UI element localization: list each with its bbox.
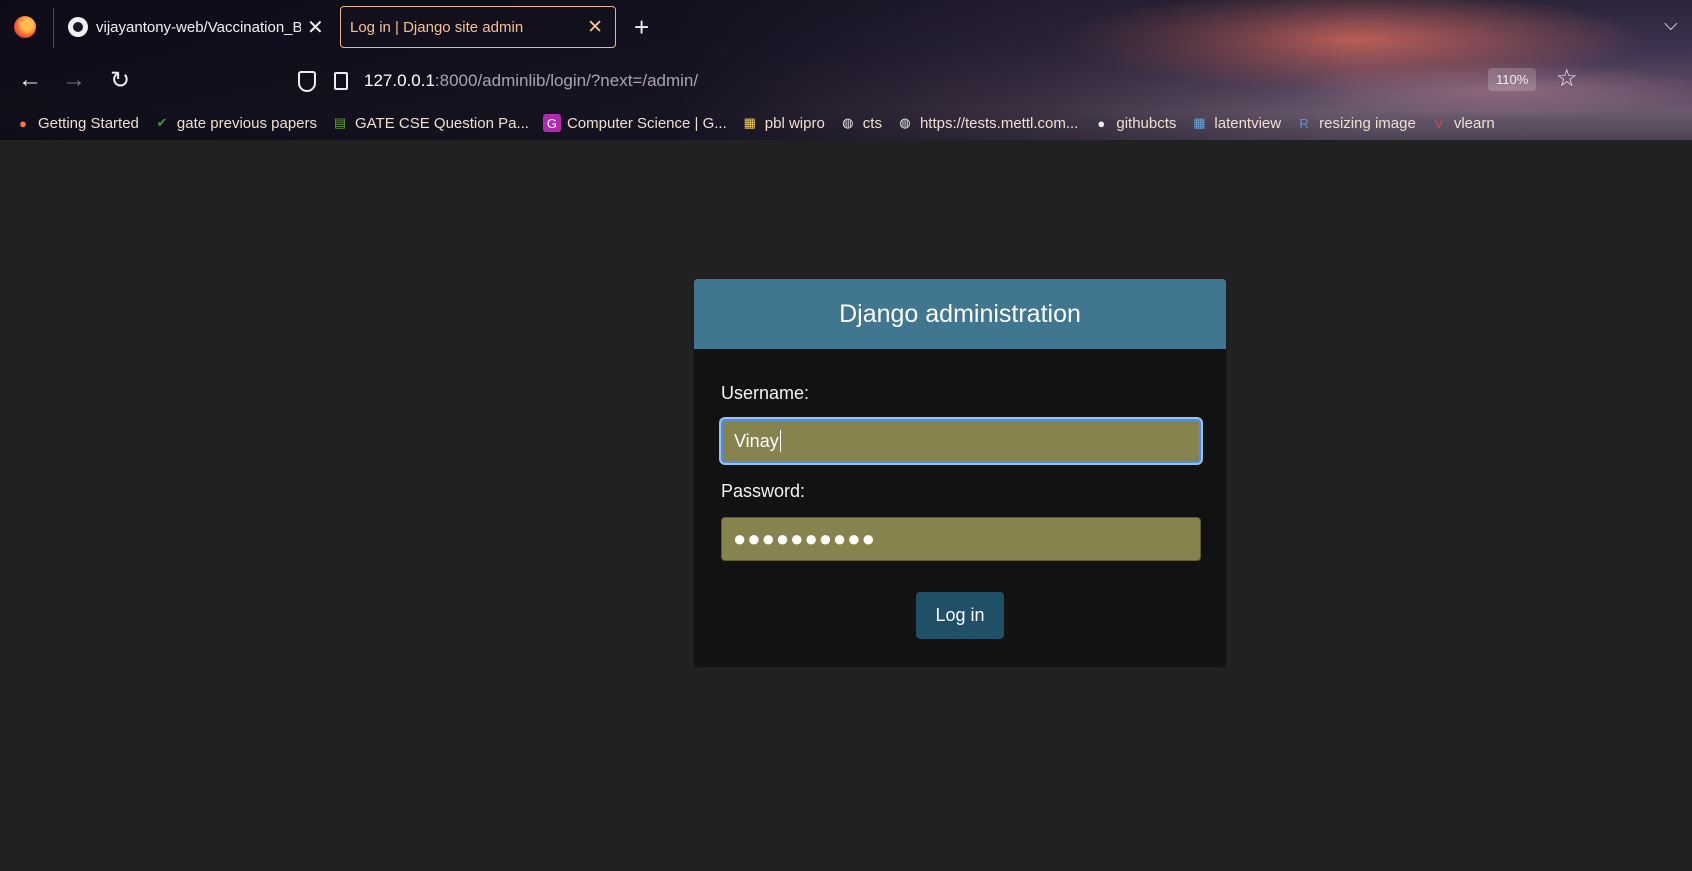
bookmark-item[interactable]: ● githubcts [1092,114,1176,132]
github-icon: ● [1097,115,1106,131]
tab-title: Log in | Django site admin [350,18,524,36]
bookmark-item[interactable]: ● Getting Started [14,114,139,132]
g-icon: G [542,114,561,132]
site-title: Django administration [839,299,1081,328]
bookmark-label: GATE CSE Question Pa... [355,114,529,132]
chevron-down-icon[interactable]: ⌵ [1664,14,1678,35]
login-button[interactable]: Log in [916,592,1004,639]
site-header: Django administration [694,279,1226,349]
bookmark-label: pbl wipro [764,114,825,132]
bookmark-label: Getting Started [38,114,139,132]
password-mask: ●●●●●●●●●● [733,526,876,551]
password-input[interactable]: ●●●●●●●●●● [721,517,1201,561]
bookmark-item[interactable]: ▦ latentview [1190,114,1281,132]
bookmark-item[interactable]: ✔ gate previous papers [153,114,317,132]
latentview-icon: ▦ [1193,115,1206,130]
shield-icon[interactable] [298,70,316,92]
bookmark-label: https://tests.mettl.com... [919,114,1079,132]
rp-icon: R [1299,115,1309,131]
bookmark-item[interactable]: ▤ GATE CSE Question Pa... [331,114,529,132]
firefox-icon: ● [19,115,27,131]
close-tab-icon[interactable]: ✕ [307,15,324,40]
url-text[interactable]: 127.0.0.1:8000/adminlib/login/?next=/adm… [364,71,698,91]
reload-icon[interactable]: ↻ [110,66,130,95]
tab-title: vijayantony-web/Vaccination_B [96,18,301,36]
tab-github[interactable]: vijayantony-web/Vaccination_B ✕ [60,6,325,48]
text-caret [779,430,781,452]
pbl-icon: ▦ [743,115,756,130]
tab-django-login[interactable]: Log in | Django site admin ✕ [340,6,616,48]
books-icon: ▤ [333,115,347,130]
bookmark-label: resizing image [1319,114,1416,132]
close-tab-icon[interactable]: ✕ [587,16,603,39]
bookmark-item[interactable]: ◍ cts [839,114,882,132]
bookmark-item[interactable]: Vvlearn [1430,114,1495,132]
url-path: :8000/adminlib/login/?next=/admin/ [434,71,699,90]
bookmark-label: gate previous papers [176,114,317,132]
tab-separator [53,8,54,48]
forward-icon[interactable]: → [62,66,86,94]
bookmarks-bar: ● Getting Started ✔ gate previous papers ▤ GA… [14,110,1509,136]
username-input[interactable]: Vinay [721,419,1201,463]
github-icon [68,17,88,37]
bookmark-label: Computer Science | G... [566,114,727,132]
url-bar[interactable]: 127.0.0.1:8000/adminlib/login/?next=/adm… [290,62,1605,100]
browser-chrome: vijayantony-web/Vaccination_B ✕ Log in |… [0,0,1692,140]
firefox-menu-icon[interactable] [14,16,36,38]
globe-icon: ◍ [899,115,911,130]
bookmark-label: latentview [1214,114,1282,132]
username-label: Username: [721,383,810,403]
vl-icon: V [1434,115,1444,131]
page-icon[interactable] [334,72,348,90]
bookmark-item[interactable]: Rresizing image [1295,114,1416,132]
bookmark-item[interactable]: ▦ pbl wipro [741,114,825,132]
bookmark-label: githubcts [1116,114,1177,132]
bookmark-label: cts [862,114,882,132]
bookmark-item[interactable]: G Computer Science | G... [542,114,727,132]
username-value: Vinay [734,430,779,451]
url-host: 127.0.0.1 [364,71,435,90]
bookmark-item[interactable]: ◍ https://tests.mettl.com... [896,114,1078,132]
new-tab-icon[interactable]: + [634,12,649,43]
back-icon[interactable]: ← [18,66,42,94]
globe-icon: ◍ [842,115,854,130]
password-label: Password: [721,481,806,501]
login-card: Django administration Username: Vinay Pa… [693,278,1227,668]
zoom-level[interactable]: 110% [1488,68,1537,91]
star-icon[interactable]: ☆ [1556,64,1578,93]
check-icon: ✔ [156,115,168,130]
bookmark-label: vlearn [1453,114,1495,132]
